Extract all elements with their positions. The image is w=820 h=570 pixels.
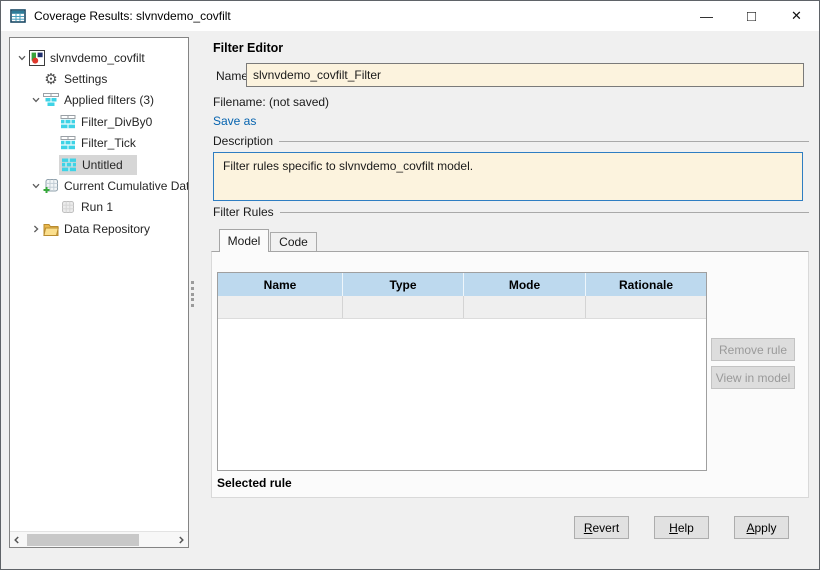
selected-rule-label: Selected rule bbox=[217, 476, 292, 490]
results-tree-panel: slvnvdemo_covfilt ⚙ Settings bbox=[9, 37, 189, 548]
description-section-header: Description bbox=[213, 134, 809, 148]
coverage-app-icon bbox=[10, 8, 26, 24]
titlebar: Coverage Results: slvnvdemo_covfilt — □ … bbox=[1, 1, 819, 31]
table-header-row: Name Type Mode Rationale bbox=[218, 273, 706, 296]
help-button[interactable]: Help bbox=[654, 516, 709, 539]
section-divider bbox=[279, 141, 809, 142]
tree-item-run-1[interactable]: Run 1 bbox=[10, 197, 188, 218]
tree-item-label: Filter_Tick bbox=[81, 134, 140, 152]
filter-rules-section-header: Filter Rules bbox=[213, 205, 809, 219]
cumulative-data-icon bbox=[42, 178, 60, 194]
panel-splitter-grip[interactable] bbox=[191, 281, 195, 307]
run-icon bbox=[59, 199, 77, 215]
filter-rules-label: Filter Rules bbox=[213, 205, 280, 219]
scrollbar-thumb[interactable] bbox=[27, 534, 139, 546]
apply-button[interactable]: Apply bbox=[734, 516, 789, 539]
gear-icon: ⚙ bbox=[42, 72, 60, 87]
tree-item-label: Settings bbox=[64, 70, 111, 88]
folder-icon bbox=[42, 222, 60, 236]
revert-button[interactable]: Revert bbox=[574, 516, 629, 539]
remove-rule-button[interactable]: Remove rule bbox=[711, 338, 795, 361]
tree-item-untitled[interactable]: Untitled bbox=[10, 154, 188, 175]
filename-status: Filename: (not saved) bbox=[213, 95, 329, 109]
filter-icon bbox=[59, 115, 77, 129]
scroll-left-arrow-icon[interactable] bbox=[10, 532, 24, 548]
description-field[interactable]: Filter rules specific to slvnvdemo_covfi… bbox=[213, 152, 803, 201]
filter-rules-table: Name Type Mode Rationale bbox=[217, 272, 707, 471]
chevron-down-icon[interactable] bbox=[29, 181, 42, 191]
tree-horizontal-scrollbar[interactable] bbox=[10, 531, 188, 547]
table-filter-row bbox=[218, 296, 706, 319]
close-button[interactable]: ✕ bbox=[774, 1, 819, 31]
filter-icon bbox=[59, 136, 77, 150]
tree-item-label: Data Repository bbox=[64, 220, 154, 238]
chevron-right-icon[interactable] bbox=[29, 224, 42, 234]
section-divider bbox=[280, 212, 809, 213]
tree-item-label: Run 1 bbox=[81, 198, 117, 216]
tree-item-applied-filters[interactable]: Applied filters (3) bbox=[10, 90, 188, 111]
view-in-model-button[interactable]: View in model bbox=[711, 366, 795, 389]
filter-editor-title: Filter Editor bbox=[213, 41, 283, 55]
description-label: Description bbox=[213, 134, 279, 148]
new-filter-icon bbox=[60, 158, 78, 172]
column-header-type: Type bbox=[343, 273, 464, 296]
applied-filters-icon bbox=[42, 93, 60, 107]
tree-item-settings[interactable]: ⚙ Settings bbox=[10, 68, 188, 89]
column-header-name: Name bbox=[218, 273, 343, 296]
filter-name-input[interactable] bbox=[246, 63, 804, 87]
tree-item-filter-tick[interactable]: Filter_Tick bbox=[10, 133, 188, 154]
tree-item-slvnvdemo-covfilt[interactable]: slvnvdemo_covfilt bbox=[10, 47, 188, 68]
tree-item-label: Applied filters (3) bbox=[64, 91, 158, 109]
column-header-rationale: Rationale bbox=[586, 273, 706, 296]
tree-item-data-repository[interactable]: Data Repository bbox=[10, 218, 188, 239]
tree-item-label: Untitled bbox=[82, 156, 127, 174]
tree-item-current-cumulative-data[interactable]: Current Cumulative Data bbox=[10, 175, 188, 196]
minimize-button[interactable]: — bbox=[684, 1, 729, 31]
tree-item-label: Filter_DivBy0 bbox=[81, 113, 156, 131]
selected-tree-item-highlight: Untitled bbox=[59, 155, 137, 175]
tree-item-filter-divby0[interactable]: Filter_DivBy0 bbox=[10, 111, 188, 132]
column-header-mode: Mode bbox=[464, 273, 586, 296]
chevron-down-icon[interactable] bbox=[15, 53, 28, 63]
tree-item-label: slvnvdemo_covfilt bbox=[50, 49, 149, 67]
window-title: Coverage Results: slvnvdemo_covfilt bbox=[34, 9, 231, 23]
tree-item-label: Current Cumulative Data bbox=[64, 177, 189, 195]
save-as-link[interactable]: Save as bbox=[213, 114, 256, 128]
tab-model[interactable]: Model bbox=[219, 229, 269, 252]
chevron-down-icon[interactable] bbox=[29, 95, 42, 105]
name-label: Name bbox=[216, 69, 248, 83]
model-icon bbox=[28, 50, 46, 66]
tab-code[interactable]: Code bbox=[270, 232, 317, 251]
table-body-empty bbox=[218, 319, 706, 470]
maximize-button[interactable]: □ bbox=[729, 1, 774, 31]
scroll-right-arrow-icon[interactable] bbox=[174, 532, 188, 548]
coverage-results-window: Coverage Results: slvnvdemo_covfilt — □ … bbox=[0, 0, 820, 570]
